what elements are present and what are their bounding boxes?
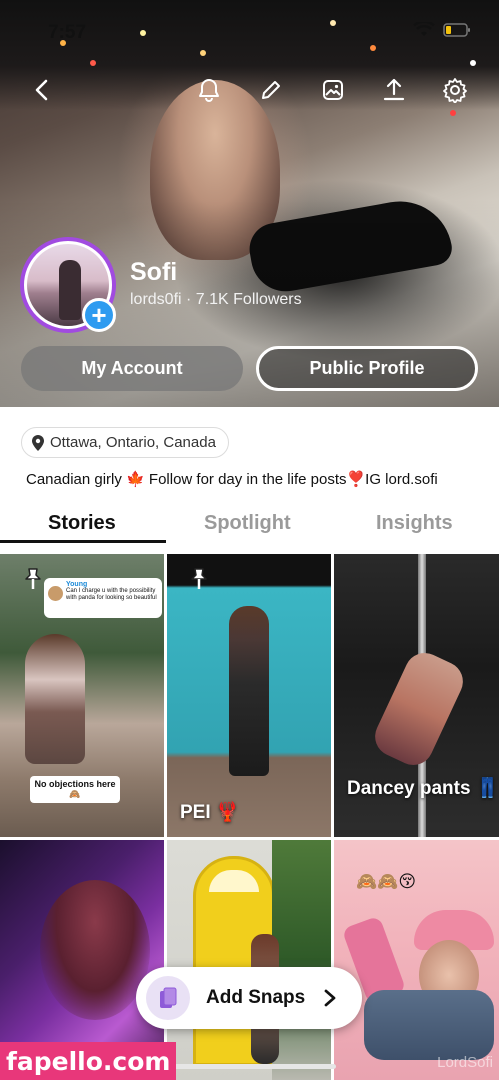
wifi-icon	[413, 22, 435, 36]
image-icon	[323, 80, 343, 100]
location-pin-icon	[32, 434, 44, 451]
pin-icon	[25, 568, 41, 589]
back-button[interactable]	[22, 70, 62, 110]
add-story-button[interactable]: +	[82, 298, 116, 332]
add-snaps-label: Add Snaps	[206, 987, 306, 1008]
chevron-right-icon	[324, 989, 336, 1007]
bell-icon	[199, 79, 219, 102]
my-account-button[interactable]: My Account	[21, 346, 243, 391]
status-icons	[413, 22, 471, 38]
add-snaps-button[interactable]: Add Snaps	[136, 967, 362, 1029]
plus-icon: +	[91, 300, 107, 330]
gear-icon	[443, 78, 467, 103]
story-tile[interactable]: PEI 🦞	[167, 554, 331, 837]
chevron-left-icon	[35, 79, 48, 101]
edit-button[interactable]	[251, 70, 291, 110]
location-text: Ottawa, Ontario, Canada	[50, 434, 216, 451]
home-indicator[interactable]	[166, 1064, 336, 1069]
share-button[interactable]	[374, 70, 414, 110]
pencil-icon	[262, 81, 280, 99]
gallery-button[interactable]	[313, 70, 353, 110]
tab-spotlight[interactable]: Spotlight	[204, 512, 291, 535]
pin-icon	[191, 568, 207, 589]
comment-reply-sticker: Young Can I charge u with the possibilit…	[44, 578, 162, 618]
text-sticker: No objections here 🙈	[30, 776, 120, 803]
story-tile[interactable]	[167, 840, 331, 1080]
battery-icon	[443, 23, 470, 37]
profile-name: Sofi	[130, 258, 178, 286]
commenter-avatar	[48, 586, 63, 601]
watermark-left: fapello.com	[0, 1042, 177, 1080]
share-icon	[383, 78, 405, 101]
emoji-text: 🙈🙈😚	[356, 872, 417, 891]
status-time: 7:57	[48, 22, 87, 43]
settings-button[interactable]	[435, 70, 475, 110]
profile-bio: Canadian girly 🍁 Follow for day in the l…	[26, 471, 438, 488]
profile-subline: lords0fi · 7.1K Followers	[130, 291, 302, 308]
active-tab-indicator	[0, 540, 166, 543]
notifications-button[interactable]	[189, 70, 229, 110]
location-chip[interactable]: Ottawa, Ontario, Canada	[21, 427, 229, 458]
watermark-right: LordSofi	[437, 1054, 493, 1071]
public-profile-button[interactable]: Public Profile	[256, 346, 478, 391]
story-tile[interactable]: Dancey pants 👖	[334, 554, 499, 837]
tab-insights[interactable]: Insights	[376, 512, 453, 535]
story-tile[interactable]: 🙈🙈😚	[334, 840, 499, 1080]
snaps-stack-icon	[160, 987, 177, 1008]
tab-stories[interactable]: Stories	[48, 512, 116, 535]
